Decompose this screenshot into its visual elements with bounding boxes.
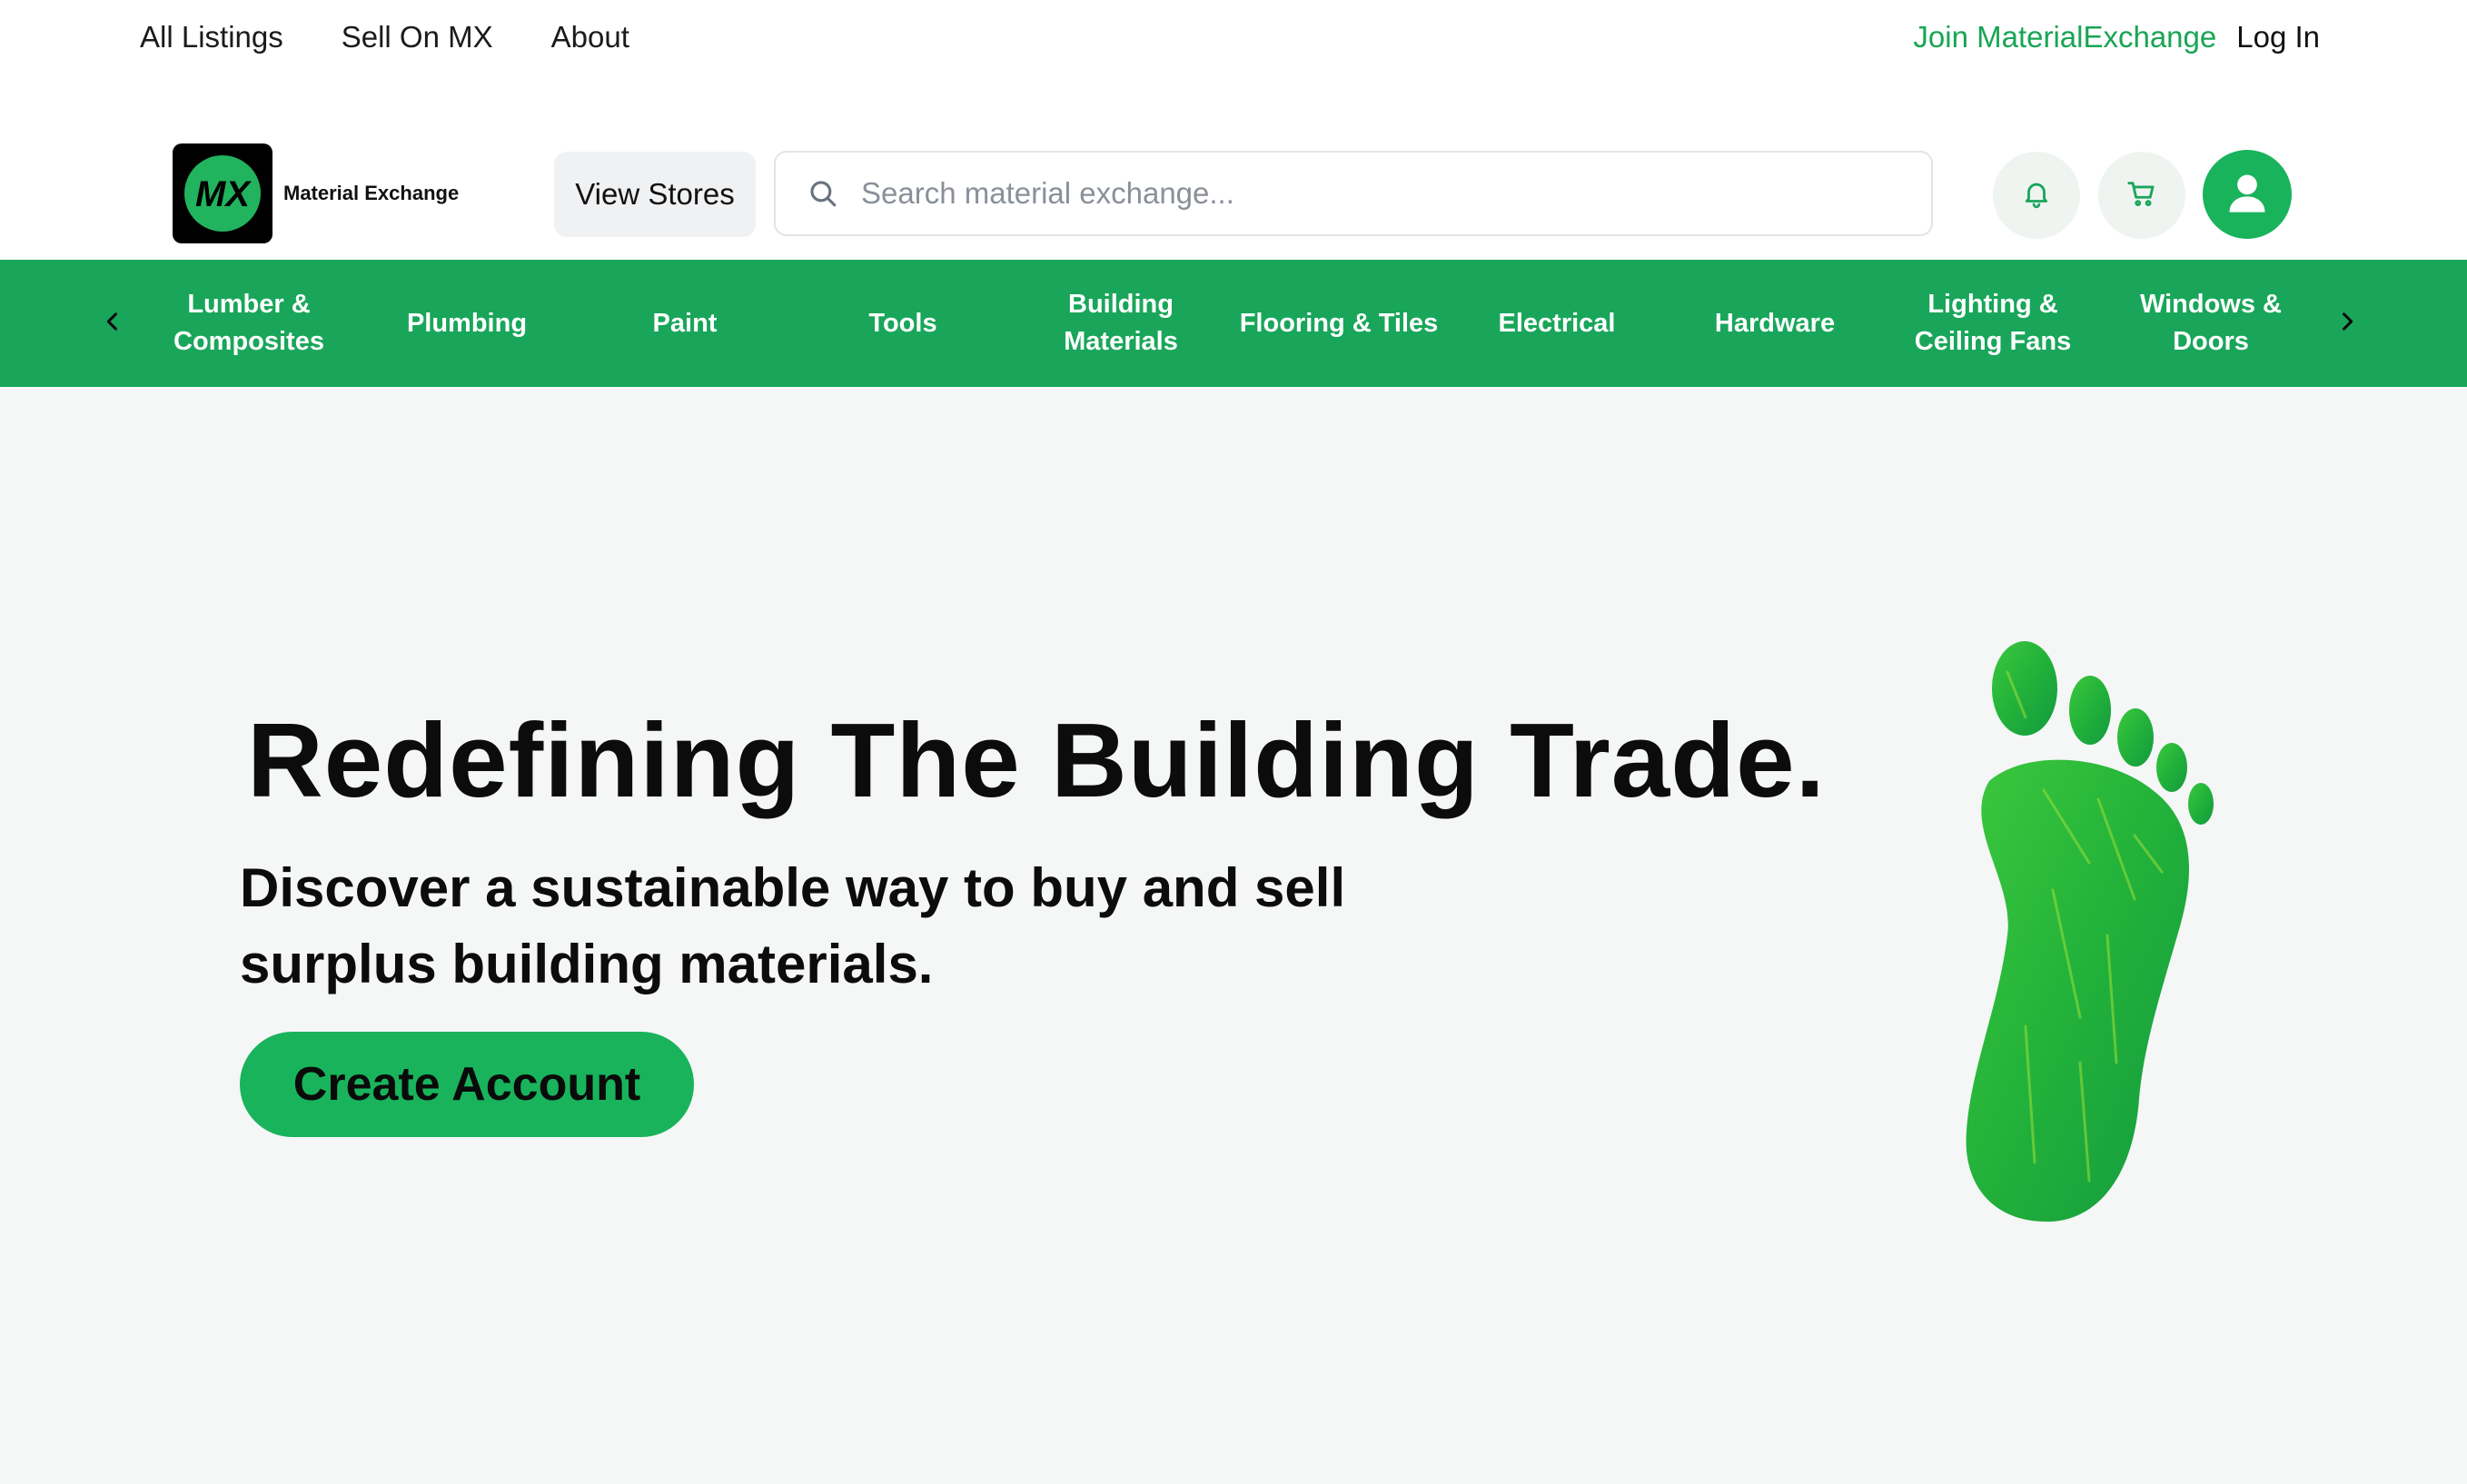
search-input[interactable] [859, 175, 1880, 212]
footprint-illustration [1907, 636, 2234, 1226]
category-prev-button[interactable] [91, 302, 134, 345]
hero-subtitle: Discover a sustainable way to buy and se… [240, 857, 1346, 994]
join-link[interactable]: Join MaterialExchange [1913, 20, 2216, 54]
category-hardware[interactable]: Hardware [1666, 260, 1884, 387]
logo-text: Material Exchange [283, 182, 460, 204]
category-windows-doors[interactable]: Windows & Doors [2102, 260, 2320, 387]
login-link[interactable]: Log In [2236, 20, 2320, 54]
category-tools[interactable]: Tools [794, 260, 1012, 387]
chevron-left-icon [100, 309, 125, 339]
logo-mark-text: MX [195, 174, 252, 214]
category-lumber-composites[interactable]: Lumber & Composites [140, 260, 358, 387]
user-icon [2224, 169, 2271, 221]
category-bar: Lumber & Composites Plumbing Paint Tools… [0, 260, 2467, 387]
create-account-button[interactable]: Create Account [240, 1032, 694, 1137]
category-next-button[interactable] [2325, 302, 2369, 345]
chevron-right-icon [2334, 309, 2360, 339]
category-building-materials[interactable]: Building Materials [1012, 260, 1230, 387]
category-plumbing[interactable]: Plumbing [358, 260, 576, 387]
category-electrical[interactable]: Electrical [1448, 260, 1666, 387]
nav-about[interactable]: About [551, 20, 629, 54]
category-paint[interactable]: Paint [576, 260, 794, 387]
bell-icon [2021, 178, 2052, 213]
hero-title: Redefining The Building Trade. [247, 701, 1826, 819]
top-bar: All Listings Sell On MX About Join Mater… [0, 0, 2467, 260]
nav-all-listings[interactable]: All Listings [140, 20, 283, 54]
cart-icon [2126, 178, 2157, 213]
search-bar [774, 151, 1933, 236]
logo[interactable]: MX Material Exchange [173, 143, 459, 243]
account-avatar-button[interactable] [2203, 150, 2292, 239]
cart-button[interactable] [2098, 152, 2185, 239]
logo-mark-icon: MX [173, 143, 272, 243]
search-icon [807, 177, 839, 210]
category-list: Lumber & Composites Plumbing Paint Tools… [140, 260, 2320, 387]
notifications-button[interactable] [1993, 152, 2080, 239]
top-nav: All Listings Sell On MX About [140, 20, 629, 54]
auth-links: Join MaterialExchange Log In [1913, 20, 2320, 54]
view-stores-button[interactable]: View Stores [554, 152, 756, 237]
category-lighting-ceiling-fans[interactable]: Lighting & Ceiling Fans [1884, 260, 2102, 387]
nav-sell-on-mx[interactable]: Sell On MX [342, 20, 493, 54]
category-flooring-tiles[interactable]: Flooring & Tiles [1230, 260, 1448, 387]
